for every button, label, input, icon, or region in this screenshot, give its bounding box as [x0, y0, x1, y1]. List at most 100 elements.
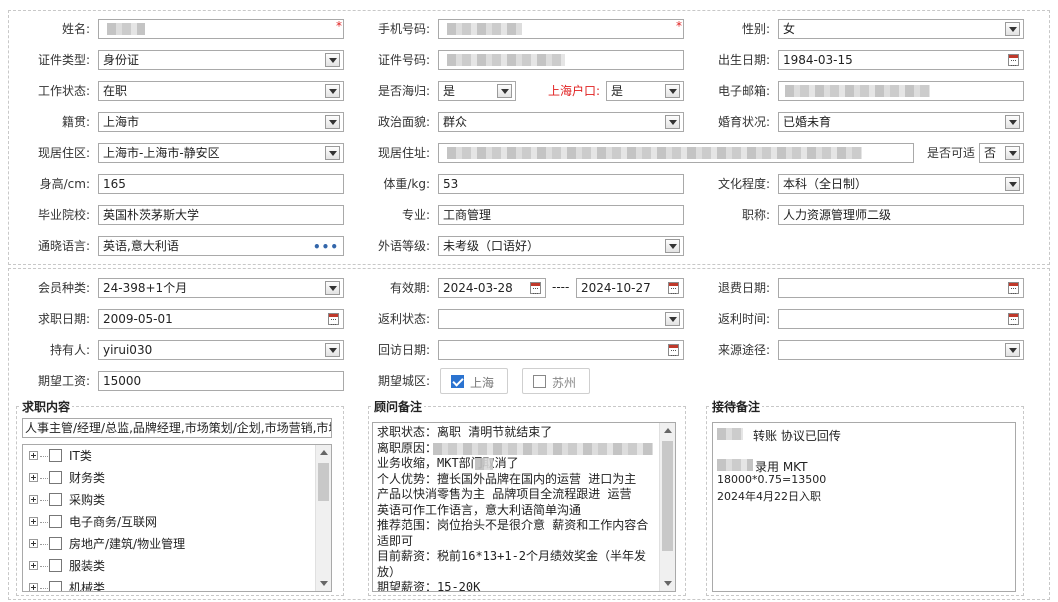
holder-select[interactable]: yirui030 — [98, 340, 344, 360]
expand-icon[interactable] — [29, 539, 38, 548]
reception-notes-textarea[interactable]: 转账 协议已回传 录用 MKT 18000*0.75=13500 2024年4月… — [712, 422, 1016, 592]
checkbox-icon[interactable] — [533, 375, 546, 388]
city-option-shanghai[interactable]: 上海 — [440, 368, 508, 394]
chevron-down-icon[interactable] — [665, 115, 680, 129]
scrollbar-thumb[interactable] — [318, 463, 329, 501]
calendar-icon[interactable] — [668, 344, 679, 356]
professional-title-input[interactable]: 人力资源管理师二级 — [778, 205, 1024, 225]
rebate-time-input[interactable] — [778, 309, 1024, 329]
job-content-summary[interactable]: 人事主管/经理/总监,品牌经理,市场策划/企划,市场营销,市场 — [22, 418, 332, 438]
education-select[interactable]: 本科（全日制） — [778, 174, 1024, 194]
chevron-down-icon[interactable] — [1005, 22, 1020, 36]
member-type-select[interactable]: 24-398+1个月 — [98, 278, 344, 298]
validity-start-input[interactable]: 2024-03-28 — [438, 278, 546, 298]
email-input[interactable] — [778, 81, 1024, 101]
checkbox-icon[interactable] — [49, 581, 62, 591]
work-status-label: 工作状态: — [37, 84, 90, 98]
phone-input[interactable] — [438, 19, 684, 39]
gender-select[interactable]: 女 — [778, 19, 1024, 39]
chevron-down-icon[interactable] — [1005, 177, 1020, 191]
checkbox-icon[interactable] — [49, 449, 62, 462]
checkbox-icon[interactable] — [49, 559, 62, 572]
consultant-notes-textarea[interactable]: 求职状态：离职 清明节就结束了 离职原因： 业务收缩，MKT部门取消了 个人优势… — [372, 422, 676, 592]
name-input[interactable] — [98, 19, 344, 39]
district-select[interactable]: 上海市-上海市-静安区 — [98, 143, 344, 163]
checkbox-icon[interactable] — [49, 515, 62, 528]
notes-scrollbar[interactable] — [659, 423, 675, 591]
chevron-down-icon[interactable] — [665, 84, 680, 98]
chevron-down-icon[interactable] — [325, 84, 340, 98]
expand-icon[interactable] — [29, 451, 38, 460]
tree-scrollbar[interactable] — [315, 445, 331, 591]
calendar-icon[interactable] — [1008, 313, 1019, 325]
calendar-icon[interactable] — [530, 282, 541, 294]
job-category-tree[interactable]: IT类 财务类 采购类 电子商务/互联网 房地产/建筑/物业管理 服装类 机械类 — [22, 444, 332, 592]
chevron-down-icon[interactable] — [1005, 115, 1020, 129]
expand-icon[interactable] — [29, 495, 38, 504]
chevron-down-icon[interactable] — [325, 281, 340, 295]
checkbox-checked-icon[interactable] — [451, 375, 464, 388]
scroll-down-icon[interactable] — [320, 581, 328, 586]
id-number-input[interactable] — [438, 50, 684, 70]
visible-select[interactable]: 否 — [979, 143, 1024, 163]
returnee-select[interactable]: 是 — [438, 81, 516, 101]
scroll-up-icon[interactable] — [664, 428, 672, 433]
political-select[interactable]: 群众 — [438, 112, 684, 132]
tree-item-apparel[interactable]: 服装类 — [29, 555, 309, 577]
scroll-down-icon[interactable] — [664, 581, 672, 586]
checkbox-icon[interactable] — [49, 537, 62, 550]
calendar-icon[interactable] — [328, 313, 339, 325]
job-date-input[interactable]: 2009-05-01 — [98, 309, 344, 329]
language-input[interactable]: 英语,意大利语 ••• — [98, 236, 344, 256]
height-input[interactable]: 165 — [98, 174, 344, 194]
checkbox-icon[interactable] — [49, 493, 62, 506]
validity-end-input[interactable]: 2024-10-27 — [576, 278, 684, 298]
tree-item-ecommerce[interactable]: 电子商务/互联网 — [29, 511, 309, 533]
source-select[interactable] — [778, 340, 1024, 360]
calendar-icon[interactable] — [1008, 54, 1019, 66]
shanghai-hukou-select[interactable]: 是 — [606, 81, 684, 101]
calendar-icon[interactable] — [668, 282, 679, 294]
address-input[interactable] — [438, 143, 914, 163]
expand-icon[interactable] — [29, 561, 38, 570]
refund-date-input[interactable] — [778, 278, 1024, 298]
phone-redacted — [447, 23, 522, 35]
revisit-date-input[interactable] — [438, 340, 684, 360]
tree-item-machinery[interactable]: 机械类 — [29, 577, 309, 591]
city-option-suzhou[interactable]: 苏州 — [522, 368, 590, 394]
chevron-down-icon[interactable] — [1005, 146, 1020, 160]
foreign-level-select[interactable]: 未考级（口语好） — [438, 236, 684, 256]
calendar-icon[interactable] — [1008, 282, 1019, 294]
chevron-down-icon[interactable] — [1005, 343, 1020, 357]
more-options-icon[interactable]: ••• — [313, 238, 339, 255]
work-status-select[interactable]: 在职 — [98, 81, 344, 101]
native-place-select[interactable]: 上海市 — [98, 112, 344, 132]
tree-item-finance[interactable]: 财务类 — [29, 467, 309, 489]
chevron-down-icon[interactable] — [665, 312, 680, 326]
chevron-down-icon[interactable] — [325, 53, 340, 67]
scrollbar-thumb[interactable] — [662, 441, 673, 551]
rebate-status-select[interactable] — [438, 309, 684, 329]
school-input[interactable]: 英国朴茨茅斯大学 — [98, 205, 344, 225]
major-input[interactable]: 工商管理 — [438, 205, 684, 225]
birth-date-input[interactable]: 1984-03-15 — [778, 50, 1024, 70]
chevron-down-icon[interactable] — [497, 84, 512, 98]
id-type-select[interactable]: 身份证 — [98, 50, 344, 70]
expand-icon[interactable] — [29, 583, 38, 591]
chevron-down-icon[interactable] — [325, 146, 340, 160]
checkbox-icon[interactable] — [49, 471, 62, 484]
tree-item-it[interactable]: IT类 — [29, 445, 309, 467]
chevron-down-icon[interactable] — [325, 115, 340, 129]
tree-item-purchasing[interactable]: 采购类 — [29, 489, 309, 511]
weight-input[interactable]: 53 — [438, 174, 684, 194]
marital-select[interactable]: 已婚未育 — [778, 112, 1024, 132]
chevron-down-icon[interactable] — [325, 343, 340, 357]
tree-item-realestate[interactable]: 房地产/建筑/物业管理 — [29, 533, 309, 555]
chevron-down-icon[interactable] — [665, 239, 680, 253]
expand-icon[interactable] — [29, 473, 38, 482]
expected-salary-input[interactable]: 15000 — [98, 371, 344, 391]
scroll-up-icon[interactable] — [320, 450, 328, 455]
expand-icon[interactable] — [29, 517, 38, 526]
city-option-label: 上海 — [470, 376, 495, 390]
validity-separator: ---- — [552, 280, 570, 294]
